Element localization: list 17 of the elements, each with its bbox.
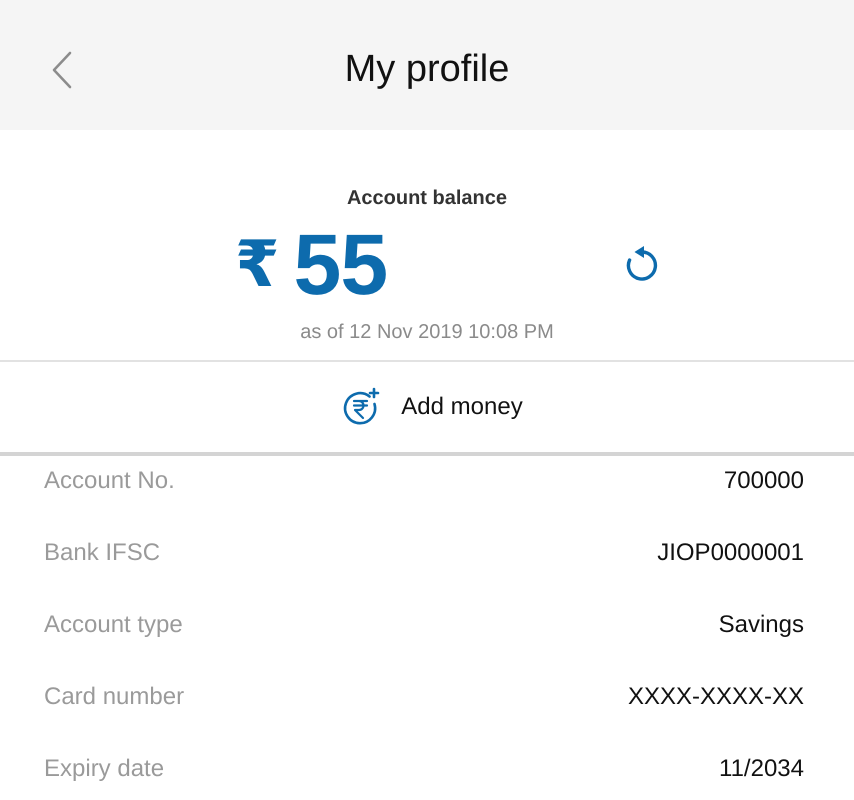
detail-label: Card number [44,683,184,711]
detail-value: Savings [718,611,804,639]
detail-label: Account No. [44,467,175,495]
chevron-left-icon [50,51,74,89]
page-title: My profile [344,47,510,92]
detail-value: XXXX-XXXX-XX [628,683,804,711]
balance-timestamp: as of 12 Nov 2019 10:08 PM [300,320,554,345]
detail-value: 700000 [724,467,804,495]
currency-symbol: ₹ [235,230,280,300]
rupee-plus-icon [341,387,382,427]
detail-value: JIOP0000001 [657,539,804,567]
balance-label: Account balance [346,186,508,211]
detail-label: Account type [44,611,183,639]
detail-label: Expiry date [44,755,164,783]
detail-value: 11/2034 [719,755,804,783]
balance-amount: 55 [294,221,388,309]
detail-label: Bank IFSC [44,539,160,567]
